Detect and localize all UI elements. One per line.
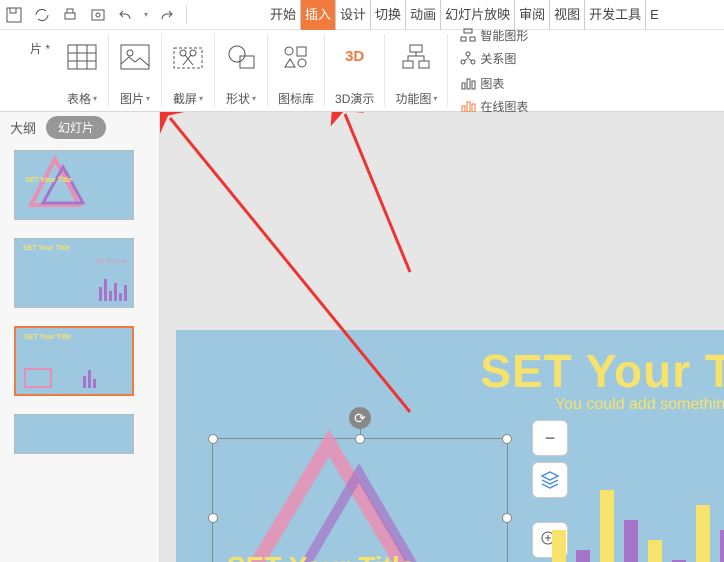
slide-subtitle: You could add something: [555, 396, 724, 414]
slide-canvas[interactable]: SET Your T You could add something ⟳ SET…: [176, 330, 724, 562]
triangle-graphic: [229, 443, 429, 562]
funcgraph-label: 功能图: [395, 90, 431, 107]
separator: [186, 6, 187, 24]
preview-icon[interactable]: [88, 5, 108, 25]
ribbon-group-table: 表格▾: [56, 34, 109, 107]
tab-insert[interactable]: 插入: [301, 0, 336, 30]
thumb-title: SET Your Title: [23, 245, 70, 252]
save-icon[interactable]: [4, 5, 24, 25]
tab-start[interactable]: 开始: [266, 0, 301, 30]
thumb-title: SET Your Title: [24, 334, 71, 341]
slide-panel: 大纲 幻灯片 SET Your Title SET Your Title SET…: [0, 112, 160, 562]
funcgraph-button[interactable]: 功能图▾: [395, 35, 437, 107]
ribbon-group-iconlib: 图标库: [268, 34, 325, 107]
smartart-label: 智能图形: [480, 27, 528, 44]
ribbon-group-shapes: 形状▾: [215, 34, 268, 107]
sync-icon[interactable]: [32, 5, 52, 25]
outline-tab[interactable]: 大纲: [6, 118, 40, 137]
ribbon-left-partial: 片 *: [0, 34, 56, 107]
chart-icon: [460, 76, 476, 90]
tab-animation[interactable]: 动画: [406, 0, 441, 30]
relation-label: 关系图: [480, 50, 516, 67]
resize-handle-tl[interactable]: [208, 434, 218, 444]
tab-view[interactable]: 视图: [550, 0, 585, 30]
tab-transition[interactable]: 切换: [371, 0, 406, 30]
shapes-label: 形状: [226, 90, 250, 107]
ribbon-group-funcgraph: 功能图▾: [385, 34, 448, 107]
ribbon-group-screenshot: 截屏▾: [162, 34, 215, 107]
chart-button[interactable]: 图表: [460, 75, 528, 92]
slide-thumb-1[interactable]: SET Your Title: [14, 150, 134, 220]
picture-icon: [119, 41, 151, 73]
thumb-title: SET Your Title: [25, 177, 72, 184]
ribbon-group-3d: 3D 3D演示: [325, 34, 385, 107]
resize-handle-mr[interactable]: [502, 513, 512, 523]
thumb-sub: SET Your Title: [95, 259, 127, 265]
smartart-icon: [460, 28, 476, 42]
shapes-icon: [225, 41, 257, 73]
chart-label: 图表: [480, 75, 504, 92]
screenshot-label: 截屏: [173, 90, 197, 107]
picture-button[interactable]: 图片▾: [119, 35, 151, 107]
iconlib-button[interactable]: 图标库: [278, 35, 314, 107]
thumbnail-list: SET Your Title SET Your Title SET Your T…: [0, 142, 159, 562]
table-icon: [66, 41, 98, 73]
table-button[interactable]: 表格▾: [66, 35, 98, 107]
mini-bars: [83, 370, 96, 388]
relation-icon: [460, 51, 476, 65]
slides-tab[interactable]: 幻灯片: [46, 116, 106, 139]
view-switch: 大纲 幻灯片: [0, 112, 159, 142]
chevron-down-icon: ▾: [252, 94, 256, 103]
shapes-button[interactable]: 形状▾: [225, 35, 257, 107]
chevron-down-icon: ▾: [433, 94, 437, 103]
picture-label: 图片: [120, 90, 144, 107]
chevron-down-icon: ▾: [199, 94, 203, 103]
iconlib-label: 图标库: [278, 90, 314, 107]
slide-thumb-3[interactable]: SET Your Title: [14, 326, 134, 396]
screenshot-button[interactable]: 截屏▾: [172, 35, 204, 107]
textbox-title[interactable]: SET Your Title: [227, 551, 415, 562]
resize-handle-tr[interactable]: [502, 434, 512, 444]
three-d-icon: 3D: [339, 41, 371, 73]
ribbon-group-picture: 图片▾: [109, 34, 162, 107]
slide-title: SET Your T: [480, 344, 724, 398]
slide-thumb-2[interactable]: SET Your Title SET Your Title: [14, 238, 134, 308]
onlinechart-icon: [460, 99, 476, 113]
bar-chart: [552, 460, 724, 562]
undo-icon[interactable]: [116, 5, 136, 25]
smartart-button[interactable]: 智能图形: [460, 27, 528, 44]
ribbon: 片 * 表格▾ 图片▾ 截屏▾ 形状▾ 图标库 3D 3D演示: [0, 30, 724, 112]
flowchart-icon: [400, 41, 432, 73]
3d-button[interactable]: 3D 3D演示: [335, 35, 374, 107]
slide-thumb-4[interactable]: [14, 414, 134, 454]
chevron-down-icon: ▾: [146, 94, 150, 103]
tab-devtools[interactable]: 开发工具: [585, 0, 646, 30]
chevron-down-icon: ▾: [93, 94, 97, 103]
undo-dropdown-icon[interactable]: ▾: [144, 10, 148, 19]
resize-handle-ml[interactable]: [208, 513, 218, 523]
print-icon[interactable]: [60, 5, 80, 25]
mini-screen-icon: [24, 368, 52, 388]
table-label: 表格: [67, 90, 91, 107]
iconlib-icon: [280, 41, 312, 73]
scissors-icon: [172, 41, 204, 73]
3d-label: 3D演示: [335, 90, 374, 107]
tab-design[interactable]: 设计: [336, 0, 371, 30]
zoom-out-button[interactable]: −: [532, 420, 568, 456]
tab-partial[interactable]: E: [646, 0, 663, 30]
mini-bars: [99, 279, 127, 301]
relation-button[interactable]: 关系图: [460, 50, 528, 67]
redo-icon[interactable]: [156, 5, 176, 25]
selection-box[interactable]: ⟳ SET Your Title: [212, 438, 508, 562]
canvas-area[interactable]: SET Your T You could add something ⟳ SET…: [160, 112, 724, 562]
rotate-handle[interactable]: ⟳: [349, 407, 371, 429]
ribbon-group-smart: 智能图形 关系图 图表 在线图表: [448, 34, 540, 107]
